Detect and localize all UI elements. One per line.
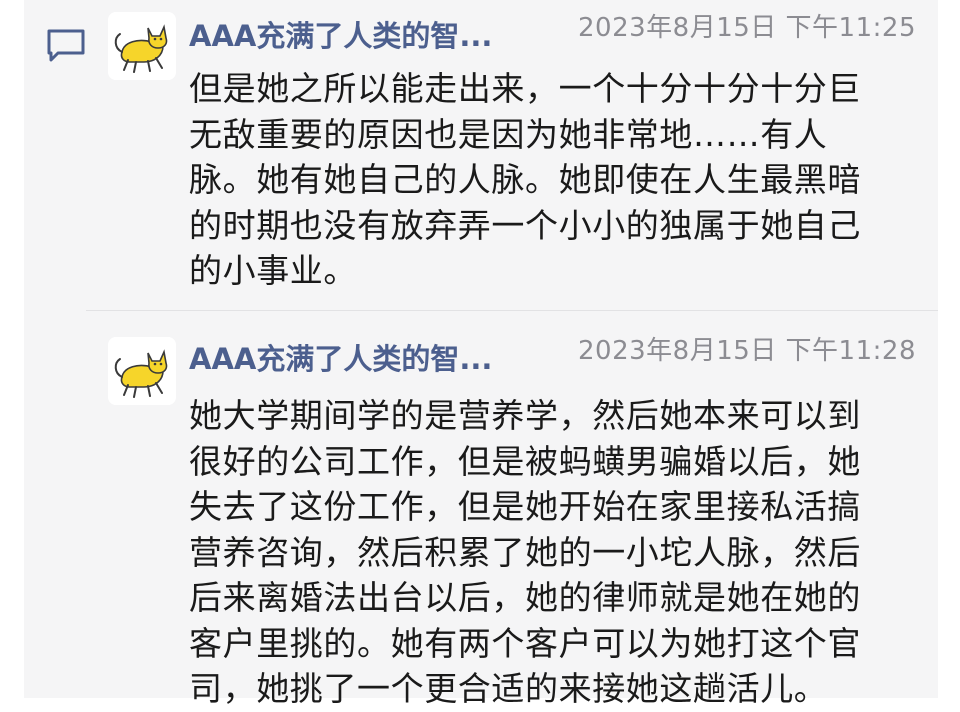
author-name[interactable]: AAA充满了人类的智... bbox=[189, 16, 559, 56]
timestamp: 2023年8月15日 下午11:25 bbox=[578, 13, 916, 43]
comment-text: 但是她之所以能走出来，一个十分十分十分巨无敌重要的原因也是因为她非常地……有人脉… bbox=[189, 69, 861, 290]
avatar[interactable] bbox=[108, 12, 176, 80]
author-name[interactable]: AAA充满了人类的智... bbox=[189, 339, 559, 379]
comment-thread-panel: AAA充满了人类的智... 2023年8月15日 下午11:25 但是她之所以能… bbox=[24, 0, 938, 708]
timestamp: 2023年8月15日 下午11:28 bbox=[578, 336, 916, 366]
comment-post: AAA充满了人类的智... 2023年8月15日 下午11:28 她大学期间学的… bbox=[24, 311, 938, 708]
avatar[interactable] bbox=[108, 337, 176, 405]
yellow-cat-icon bbox=[108, 337, 176, 405]
comment-post: AAA充满了人类的智... 2023年8月15日 下午11:25 但是她之所以能… bbox=[24, 0, 938, 310]
yellow-cat-icon bbox=[108, 12, 176, 80]
comment-text: 她大学期间学的是营养学，然后她本来可以到很好的公司工作，但是被蚂蟥男骗婚以后，她… bbox=[189, 396, 861, 708]
